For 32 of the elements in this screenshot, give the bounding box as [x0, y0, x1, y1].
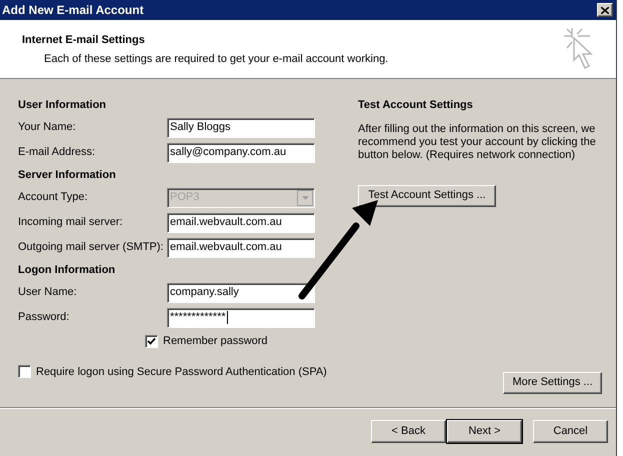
- dialog-button[interactable]: Next >: [447, 420, 522, 443]
- test-account-settings-button[interactable]: Test Account Settings ...: [358, 184, 496, 206]
- more-settings-button[interactable]: More Settings ...: [503, 372, 602, 394]
- input-field[interactable]: company.sally: [167, 282, 315, 302]
- input-field[interactable]: Sally Bloggs: [167, 118, 315, 138]
- checkbox-label: Remember password: [163, 334, 268, 349]
- checkbox[interactable]: [18, 365, 31, 378]
- field-label: Your Name:: [18, 120, 77, 136]
- test-description: After filling out the information on this screen, we recommend you test your account by clicking the button below. (Requires network connection): [358, 122, 597, 162]
- section-heading: Server Information: [18, 168, 117, 182]
- dialog-button[interactable]: Cancel: [533, 420, 608, 443]
- section-heading: Logon Information: [18, 263, 116, 277]
- header-subtitle: Each of these settings are required to get your e-mail account working.: [44, 52, 388, 66]
- input-field[interactable]: sally@company.com.au: [167, 142, 315, 162]
- field-label: E-mail Address:: [18, 145, 96, 160]
- section-heading: Test Account Settings: [358, 98, 474, 113]
- header-title: Internet E-mail Settings: [22, 33, 146, 48]
- input-field[interactable]: email.webvault.com.au: [167, 212, 315, 232]
- window-title: Add New E-mail Account: [2, 2, 144, 19]
- checkbox-label: Require logon using Secure Password Authentication (SPA): [36, 364, 327, 380]
- field-label: Incoming mail server:: [18, 215, 124, 230]
- field-label: Account Type:: [18, 190, 89, 206]
- section-heading: User Information: [18, 98, 108, 112]
- close-icon: [601, 6, 609, 14]
- dialog-button[interactable]: < Back: [371, 420, 446, 443]
- close-button[interactable]: [597, 3, 613, 17]
- input-field[interactable]: email.webvault.com.au: [167, 238, 315, 258]
- field-label: Outgoing mail server (SMTP):: [18, 240, 164, 256]
- field-label: User Name:: [18, 285, 78, 300]
- password-field[interactable]: *************: [167, 308, 315, 328]
- field-label: Password:: [18, 310, 70, 326]
- checkbox[interactable]: [145, 334, 158, 348]
